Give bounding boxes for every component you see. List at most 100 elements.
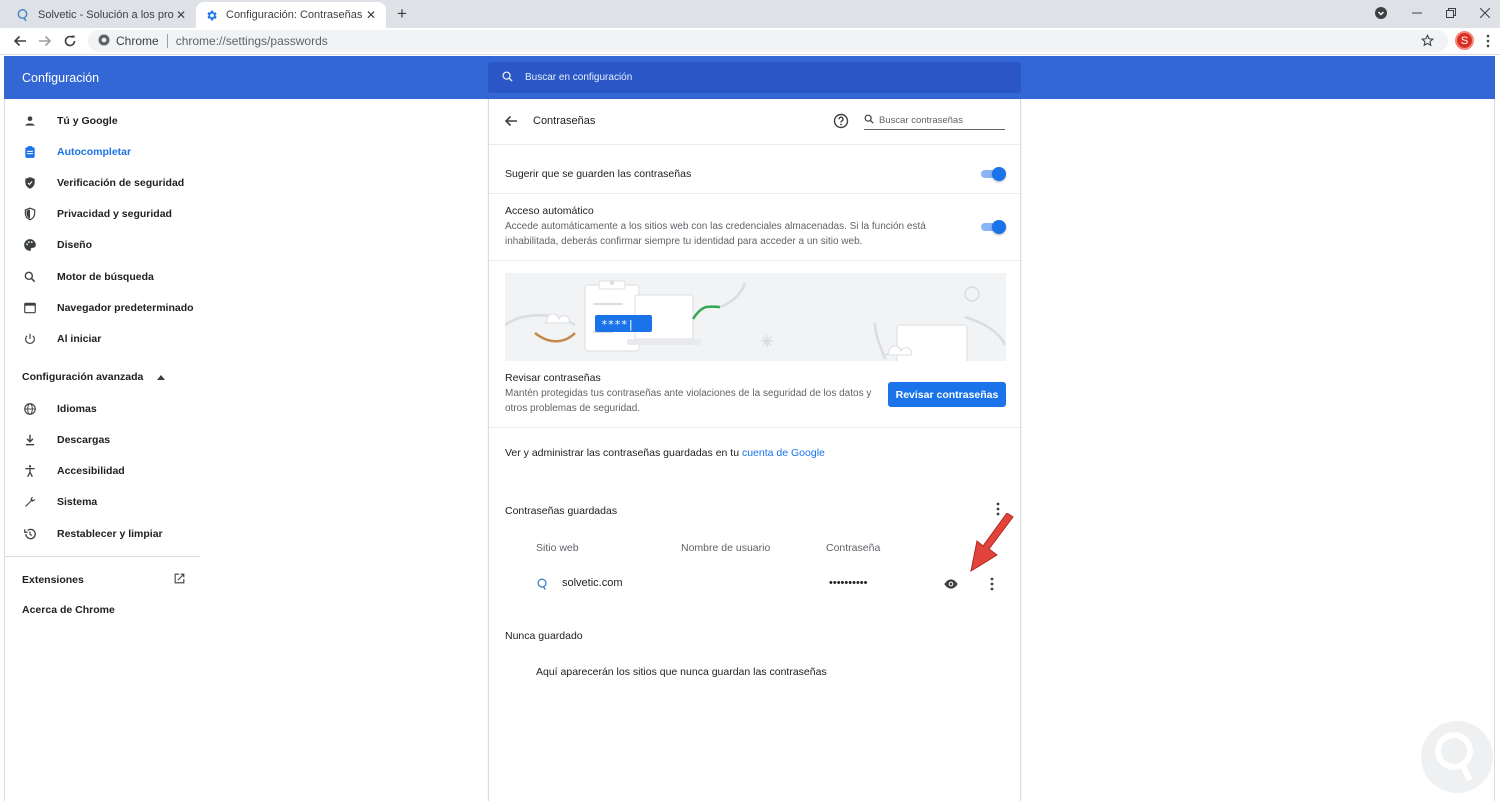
forward-icon[interactable]: [35, 31, 55, 51]
never-saved-empty-text: Aquí aparecerán los sitios que nunca gua…: [536, 666, 827, 678]
sidebar-item-label: Navegador predeterminado: [57, 302, 194, 314]
reload-icon[interactable]: [60, 31, 80, 51]
caret-up-icon: [157, 371, 166, 383]
sidebar-item-on-startup[interactable]: Al iniciar: [5, 325, 200, 353]
check-passwords-button[interactable]: Revisar contraseñas: [888, 382, 1006, 407]
google-account-row: Ver y administrar las contraseñas guarda…: [505, 447, 1006, 459]
eye-icon[interactable]: [943, 578, 959, 593]
search-icon: [864, 114, 874, 127]
sidebar-item-downloads[interactable]: Descargas: [5, 426, 200, 454]
accessibility-icon: [22, 463, 38, 479]
offer-to-save-label: Sugerir que se guarden las contraseñas: [505, 168, 692, 180]
toggle-knob: [992, 167, 1006, 181]
settings-header: Configuración Buscar en configuración: [4, 56, 1495, 99]
divider: [489, 427, 1022, 428]
password-search-placeholder: Buscar contraseñas: [879, 115, 963, 126]
restore-icon[interactable]: [1440, 3, 1462, 23]
auto-signin-description-line2: inhabilitada, deberás confirmar siempre …: [505, 236, 863, 247]
search-placeholder: Buscar en configuración: [525, 72, 633, 83]
sidebar-item-extensions[interactable]: Extensiones: [22, 572, 186, 588]
sidebar-item-default-browser[interactable]: Navegador predeterminado: [5, 294, 200, 322]
minimize-icon[interactable]: [1406, 3, 1428, 23]
sidebar-item-label: Privacidad y seguridad: [57, 208, 172, 220]
annotation-arrow-icon: [970, 513, 1014, 573]
sidebar-item-languages[interactable]: Idiomas: [5, 395, 200, 423]
wrench-icon: [22, 494, 38, 510]
profile-avatar[interactable]: S: [1455, 31, 1474, 50]
sidebar-item-autofill[interactable]: Autocompletar: [5, 138, 200, 166]
power-icon: [22, 331, 38, 347]
sidebar-item-label: Tú y Google: [57, 115, 118, 127]
omnibox-separator: [166, 34, 168, 48]
tab-close-icon[interactable]: ✕: [364, 8, 378, 22]
star-icon[interactable]: [1420, 34, 1435, 50]
chrome-menu-icon[interactable]: [1482, 31, 1494, 51]
page-title: Configuración: [22, 71, 100, 85]
chrome-logo-icon: [98, 34, 110, 49]
address-bar[interactable]: Chrome chrome://settings/passwords: [88, 30, 1448, 52]
sidebar-item-appearance[interactable]: Diseño: [5, 231, 200, 259]
password-search-input[interactable]: Buscar contraseñas: [864, 112, 1005, 130]
auto-signin-toggle[interactable]: [981, 220, 1006, 234]
illustration-graphic: ****|: [505, 280, 1006, 361]
sidebar-item-system[interactable]: Sistema: [5, 488, 200, 516]
solvetic-favicon-icon: [536, 577, 549, 594]
sidebar-advanced-toggle[interactable]: Configuración avanzada: [22, 371, 166, 383]
new-tab-button[interactable]: +: [392, 4, 412, 24]
sidebar-item-label: Al iniciar: [57, 333, 102, 345]
sidebar-item-safety-check[interactable]: Verificación de seguridad: [5, 169, 200, 197]
person-icon: [22, 113, 38, 129]
advanced-label: Configuración avanzada: [22, 371, 144, 383]
back-arrow-icon[interactable]: [502, 112, 520, 130]
divider: [489, 193, 1022, 194]
sidebar-item-accessibility[interactable]: Accesibilidad: [5, 457, 200, 485]
sidebar-item-label: Motor de búsqueda: [57, 271, 154, 283]
gear-icon: [204, 8, 218, 22]
account-text: Ver y administrar las contraseñas guarda…: [505, 447, 740, 459]
auto-signin-description: Accede automáticamente a los sitios web …: [505, 219, 975, 249]
palette-icon: [22, 237, 38, 253]
close-window-icon[interactable]: [1474, 3, 1496, 23]
shield-icon: [22, 206, 38, 222]
sidebar-item-label: Verificación de seguridad: [57, 177, 185, 189]
browser-toolbar: Chrome chrome://settings/passwords S: [0, 28, 1500, 55]
divider: [489, 144, 1022, 145]
sidebar-item-label: Restablecer y limpiar: [57, 528, 163, 540]
search-icon: [22, 269, 38, 285]
open-in-new-icon: [173, 572, 186, 588]
download-icon: [22, 432, 38, 448]
sidebar-item-about[interactable]: Acerca de Chrome: [22, 604, 115, 616]
tab-solvetic[interactable]: Solvetic - Solución a los problem ✕: [8, 2, 196, 28]
settings-search-input[interactable]: Buscar en configuración: [488, 62, 1021, 93]
sidebar-item-privacy[interactable]: Privacidad y seguridad: [5, 200, 200, 228]
password-row-site[interactable]: solvetic.com: [562, 577, 623, 589]
sidebar-item-search-engine[interactable]: Motor de búsqueda: [5, 263, 200, 291]
google-account-link[interactable]: cuenta de Google: [742, 447, 825, 459]
globe-icon: [22, 401, 38, 417]
password-row-menu-icon[interactable]: [986, 576, 998, 592]
tab-strip: Solvetic - Solución a los problem ✕ Conf…: [0, 0, 1500, 28]
sidebar: Tú y Google Autocompletar Verificación d…: [5, 99, 200, 801]
offer-to-save-toggle[interactable]: [981, 167, 1006, 181]
search-icon: [502, 70, 513, 85]
tab-title: Solvetic - Solución a los problem: [38, 9, 174, 21]
banner-mask-text: ****|: [601, 318, 634, 331]
sidebar-item-you-and-google[interactable]: Tú y Google: [5, 107, 200, 135]
saved-passwords-title: Contraseñas guardadas: [505, 505, 618, 517]
history-icon: [22, 526, 38, 542]
help-icon[interactable]: [833, 113, 849, 129]
toggle-knob: [992, 220, 1006, 234]
back-icon[interactable]: [10, 31, 30, 51]
password-row-password: ••••••••••: [829, 577, 868, 589]
tab-settings[interactable]: Configuración: Contraseñas ✕: [196, 2, 386, 28]
frame-border-right: [1494, 99, 1495, 801]
sidebar-item-reset[interactable]: Restablecer y limpiar: [5, 520, 200, 548]
url-text: chrome://settings/passwords: [175, 34, 328, 48]
sidebar-item-label: Accesibilidad: [57, 465, 125, 477]
tab-close-icon[interactable]: ✕: [174, 8, 188, 22]
sidebar-item-label: Sistema: [57, 496, 98, 508]
solvetic-favicon-icon: [16, 8, 30, 22]
sidebar-divider: [5, 556, 200, 557]
tab-search-icon[interactable]: [1370, 3, 1392, 23]
sidebar-item-label: Diseño: [57, 239, 93, 251]
